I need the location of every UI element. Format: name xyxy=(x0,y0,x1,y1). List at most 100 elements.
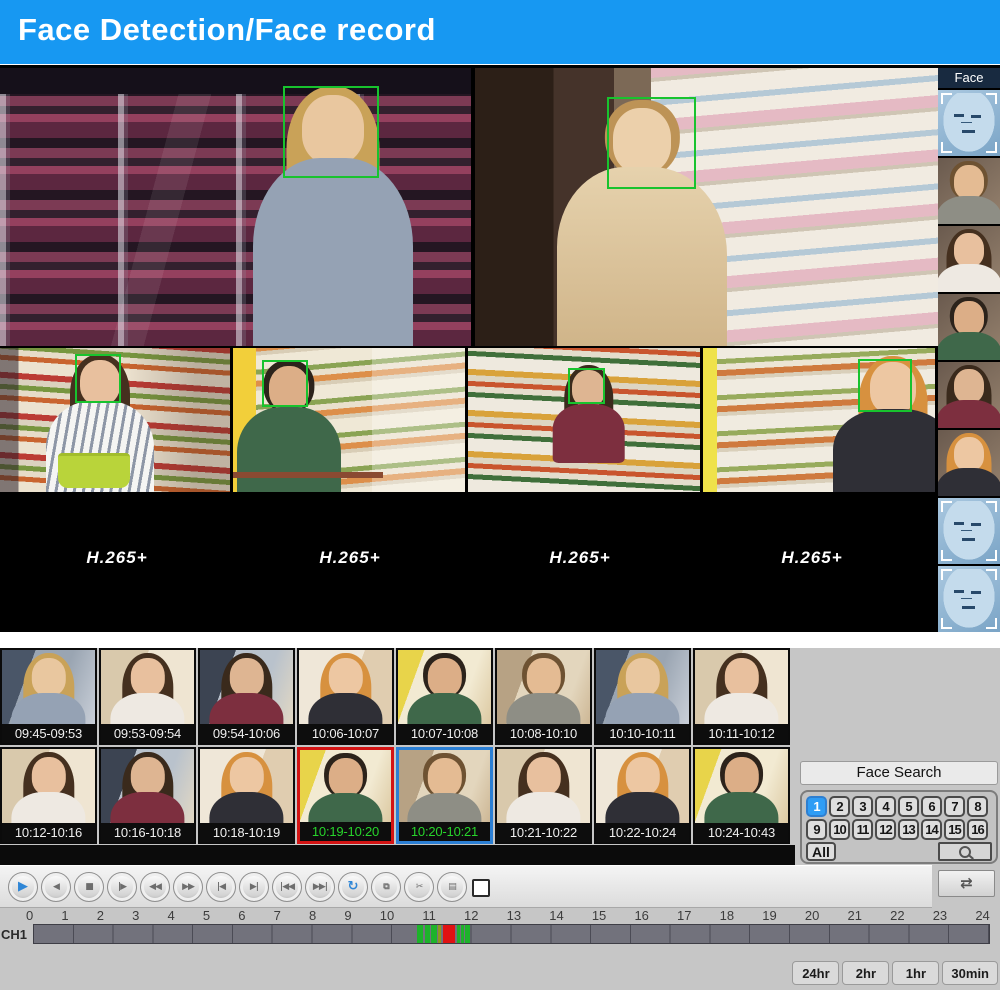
face-search-panel: Face Search 1 2 3 4 5 6 7 8 9 10 11 12 1… xyxy=(800,761,998,864)
face-detection-box xyxy=(283,86,379,178)
playback-control-button[interactable]: |▶ xyxy=(107,871,137,902)
playback-control-button[interactable]: ▶▶| xyxy=(305,871,335,902)
channel-button[interactable]: 13 xyxy=(898,819,919,840)
control-icon: |◀ xyxy=(216,881,226,892)
timeline-hour-label: 19 xyxy=(762,908,777,923)
face-thumb[interactable] xyxy=(938,498,1000,564)
magnifier-icon xyxy=(959,845,971,858)
time-range-button[interactable]: 2hr xyxy=(842,961,890,985)
timeline-hour-label: 15 xyxy=(591,908,607,923)
face-thumb[interactable] xyxy=(938,294,1000,360)
page: Face Detection/Face record H.265+ H.265+… xyxy=(0,0,1000,1000)
record-time-range: 10:11-10:12 xyxy=(695,724,788,743)
face-thumb[interactable] xyxy=(938,430,1000,496)
channel-button[interactable]: 6 xyxy=(921,796,942,817)
face-record-thumb[interactable]: 10:08-10:10 xyxy=(495,648,592,745)
face-detection-box xyxy=(607,97,696,189)
playback-control-button[interactable]: ■ xyxy=(74,871,104,902)
face-thumb[interactable] xyxy=(938,90,1000,156)
channel-button[interactable]: 14 xyxy=(921,819,942,840)
timeline-record-segment xyxy=(438,925,442,943)
face-record-thumb[interactable]: 09:54-10:06 xyxy=(198,648,295,745)
face-record-thumb[interactable]: 09:45-09:53 xyxy=(0,648,97,745)
person-figure xyxy=(499,752,587,823)
time-range-button[interactable]: 24hr xyxy=(792,961,840,985)
playback-control-button[interactable]: ▤ xyxy=(437,871,467,902)
refresh-button[interactable]: ⇄ xyxy=(938,870,995,897)
channel-button[interactable]: 1 xyxy=(806,796,827,817)
channel-button[interactable]: 8 xyxy=(967,796,988,817)
record-time-range: 10:19-10:20 xyxy=(300,822,391,841)
face-record-thumb[interactable]: 10:11-10:12 xyxy=(693,648,790,745)
channel-button[interactable]: 15 xyxy=(944,819,965,840)
face-record-thumb[interactable]: 10:12-10:16 xyxy=(0,747,97,844)
face-record-thumb[interactable]: 10:22-10:24 xyxy=(594,747,691,844)
playback-control-button[interactable]: |◀ xyxy=(206,871,236,902)
control-icon: ▤ xyxy=(448,881,456,892)
playback-control-button[interactable]: ▶▶ xyxy=(173,871,203,902)
timeline-hour-label: 5 xyxy=(202,908,211,923)
playback-control-button[interactable]: |◀◀ xyxy=(272,871,302,902)
timeline-record-segment xyxy=(461,925,464,943)
face-record-photo xyxy=(596,650,689,724)
playback-control-button[interactable]: ◀ xyxy=(41,871,71,902)
person-figure xyxy=(598,653,686,724)
face-record-photo xyxy=(200,749,293,823)
shopping-cart xyxy=(233,472,383,478)
camera-view-1[interactable] xyxy=(0,68,471,346)
search-button[interactable] xyxy=(938,842,992,861)
channel-button[interactable]: 7 xyxy=(944,796,965,817)
camera-view-2[interactable] xyxy=(475,68,938,346)
face-record-thumb[interactable]: 10:24-10:43 xyxy=(693,747,790,844)
face-record-thumb[interactable]: 10:06-10:07 xyxy=(297,648,394,745)
face-thumb-list xyxy=(938,90,1000,632)
control-icon: ↻ xyxy=(347,879,359,894)
time-range-button[interactable]: 30min xyxy=(942,961,998,985)
face-record-thumb[interactable]: 10:16-10:18 xyxy=(99,747,196,844)
face-record-thumb[interactable]: 10:19-10:20 xyxy=(297,747,394,844)
channel-button[interactable]: 10 xyxy=(829,819,850,840)
time-range-button[interactable]: 1hr xyxy=(892,961,940,985)
camera-view-6[interactable] xyxy=(703,348,935,492)
face-record-thumb[interactable]: 10:18-10:19 xyxy=(198,747,295,844)
channel-button[interactable]: 3 xyxy=(852,796,873,817)
camera-view-4[interactable] xyxy=(233,348,465,492)
timeline-hour-label: 7 xyxy=(273,908,281,923)
timeline-bar[interactable] xyxy=(33,924,990,944)
playback-control-button[interactable]: ◀◀ xyxy=(140,871,170,902)
face-thumb[interactable] xyxy=(938,158,1000,224)
timeline-hour-label: 4 xyxy=(167,908,175,923)
face-thumb[interactable] xyxy=(938,362,1000,428)
timeline-hour-label: 20 xyxy=(804,908,820,923)
person-figure xyxy=(938,364,1000,428)
playback-control-button[interactable]: ▶| xyxy=(239,871,269,902)
channel-button[interactable]: 5 xyxy=(898,796,919,817)
face-record-thumb[interactable]: 10:20-10:21 xyxy=(396,747,493,844)
face-record-thumb[interactable]: 10:10-10:11 xyxy=(594,648,691,745)
channel-button[interactable]: 2 xyxy=(829,796,850,817)
all-channels-button[interactable]: All xyxy=(806,842,836,861)
playback-control-button[interactable]: ▶ xyxy=(8,871,38,902)
channel-button[interactable]: 9 xyxy=(806,819,827,840)
channel-button[interactable]: 11 xyxy=(852,819,873,840)
playback-control-button[interactable]: ✂ xyxy=(404,871,434,902)
playback-control-button[interactable]: ↻ xyxy=(338,871,368,902)
person-figure xyxy=(938,432,1000,496)
grid-footer-bar xyxy=(0,845,795,865)
face-record-photo xyxy=(2,749,95,823)
face-thumb[interactable] xyxy=(938,566,1000,632)
channel-button[interactable]: 12 xyxy=(875,819,896,840)
camera-view-3[interactable] xyxy=(0,348,230,492)
timeline-hour-label: 3 xyxy=(132,908,140,923)
control-icon: |▶ xyxy=(117,881,127,892)
channel-button[interactable]: 16 xyxy=(967,819,988,840)
face-record-thumb[interactable]: 09:53-09:54 xyxy=(99,648,196,745)
select-checkbox[interactable] xyxy=(472,879,490,897)
shopping-basket xyxy=(58,453,130,488)
face-record-thumb[interactable]: 10:07-10:08 xyxy=(396,648,493,745)
face-thumb[interactable] xyxy=(938,226,1000,292)
camera-view-5[interactable] xyxy=(468,348,700,492)
face-record-thumb[interactable]: 10:21-10:22 xyxy=(495,747,592,844)
playback-control-button[interactable]: ⧉ xyxy=(371,871,401,902)
channel-button[interactable]: 4 xyxy=(875,796,896,817)
